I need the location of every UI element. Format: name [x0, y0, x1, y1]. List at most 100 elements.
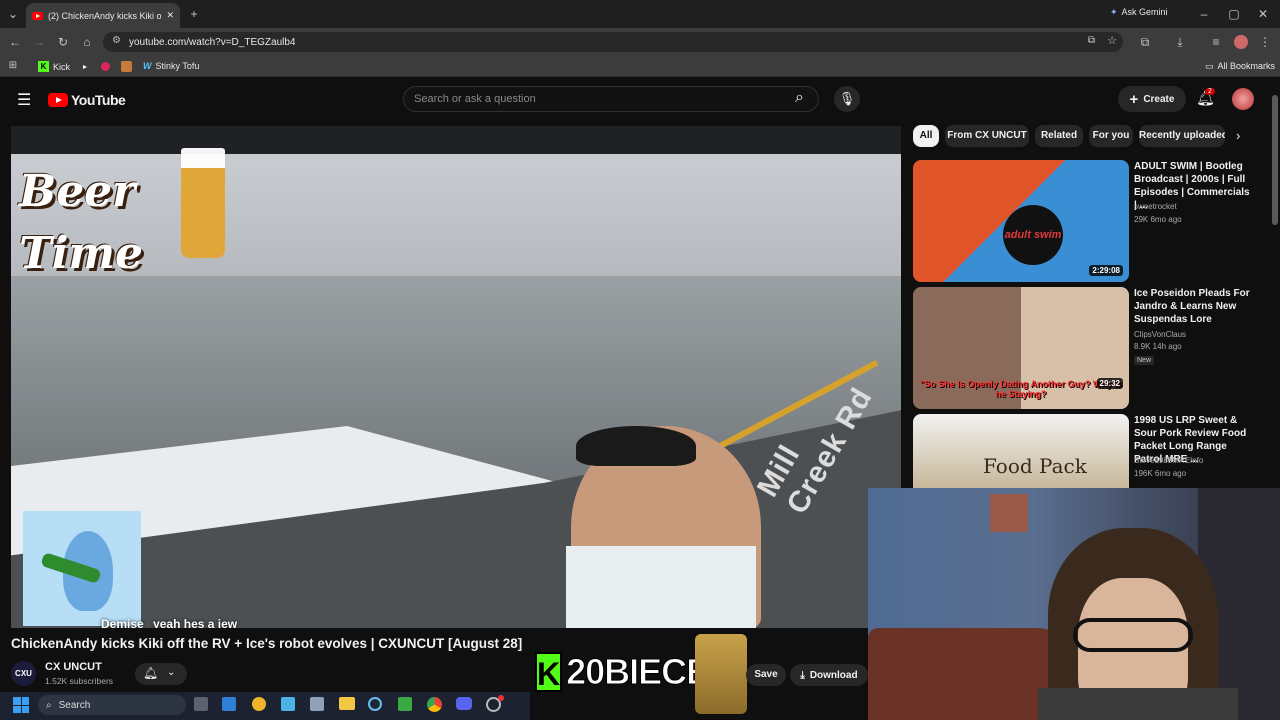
- channel-name[interactable]: CX UNCUT: [45, 661, 102, 673]
- download-arrow-icon: ⤓: [800, 669, 805, 681]
- subscription-bell-button[interactable]: 🔔︎ ⌄: [135, 663, 187, 685]
- search-icon: ⌕: [795, 89, 804, 106]
- reading-list-icon[interactable]: ≡: [1208, 34, 1224, 50]
- all-bookmarks-label: All Bookmarks: [1217, 61, 1276, 71]
- chip-from-channel[interactable]: From CX UNCUT: [945, 125, 1029, 147]
- chevron-down-icon: ⌄: [167, 667, 176, 678]
- file-explorer-icon[interactable]: [339, 697, 355, 710]
- forward-icon[interactable]: →: [31, 34, 47, 50]
- youtube-favicon-icon: [32, 11, 43, 20]
- create-button[interactable]: + Create: [1118, 86, 1186, 112]
- page-scrollbar[interactable]: [1272, 95, 1278, 225]
- penguin-sticker: [23, 511, 141, 626]
- bookmark-kick-label: Kick: [53, 61, 71, 72]
- site-info-icon[interactable]: ⚙: [112, 35, 121, 46]
- youtube-logo-text: YouTube: [71, 92, 126, 108]
- bookmarks-bar: ⊞ K Kick W Stinky Tofu ▭ All Bookmarks: [0, 56, 1280, 77]
- close-tab-icon[interactable]: ✕: [166, 10, 174, 21]
- taskbar-search[interactable]: ⌕ Search: [38, 695, 186, 715]
- profile-avatar[interactable]: [1234, 35, 1248, 49]
- extensions-icon[interactable]: ⧉: [1137, 34, 1153, 50]
- ask-gemini-button[interactable]: ✦ Ask Gemini: [1110, 7, 1168, 18]
- back-icon[interactable]: ←: [7, 34, 23, 50]
- chat-username: Demise: [101, 617, 144, 628]
- address-bar[interactable]: ⚙ youtube.com/watch?v=D_TEGZaulb4 ⧉ ☆: [103, 32, 1123, 52]
- voice-search-icon[interactable]: 🎙︎: [834, 86, 860, 112]
- kick-icon: K: [38, 61, 49, 72]
- minimize-icon[interactable]: –: [1196, 6, 1212, 22]
- browser-tab[interactable]: (2) ChickenAndy kicks Kiki off t ✕: [26, 3, 180, 28]
- new-tab-icon[interactable]: +: [186, 6, 202, 22]
- streamer-jersey: [566, 546, 756, 628]
- hamburger-menu-icon[interactable]: ☰: [17, 90, 31, 110]
- related-title-2[interactable]: Ice Poseidon Pleads For Jandro & Learns …: [1134, 287, 1254, 326]
- download-button[interactable]: ⤓ Download: [790, 664, 868, 686]
- chrome-icon[interactable]: [427, 697, 442, 712]
- discord-icon[interactable]: [456, 697, 472, 710]
- webcam-overlay: [868, 488, 1280, 720]
- youtube-logo[interactable]: YouTube: [48, 92, 126, 108]
- plus-icon: +: [1129, 90, 1139, 108]
- home-icon[interactable]: ⌂: [79, 34, 95, 50]
- embedded-browser-bar: [11, 126, 901, 154]
- app-icon[interactable]: [281, 697, 295, 711]
- task-view-icon[interactable]: [194, 697, 208, 711]
- bookmark-kick[interactable]: K Kick: [38, 61, 70, 72]
- related-meta-2: 8.9K 14h ago: [1134, 342, 1182, 351]
- steam-icon[interactable]: [368, 697, 382, 711]
- download-icon[interactable]: ⤓: [1172, 34, 1188, 50]
- tab-search-icon[interactable]: ⌄: [5, 6, 21, 22]
- bookmark-star-icon[interactable]: ☆: [1107, 34, 1117, 47]
- chat-overlay: Demise yeah hes a jew: [101, 617, 237, 628]
- calculator-icon[interactable]: [310, 697, 324, 711]
- new-badge: New: [1134, 356, 1155, 365]
- edge-canary-icon[interactable]: [252, 697, 266, 711]
- kick-channel-name: 20BIECE: [566, 651, 711, 693]
- chip-all[interactable]: All: [913, 125, 939, 147]
- xbox-icon[interactable]: [398, 697, 412, 711]
- channel-avatar[interactable]: CXU: [11, 661, 36, 686]
- wall-poster: [990, 494, 1028, 532]
- thumbnail-caption-3: Food Pack: [983, 454, 1087, 478]
- chevron-right-icon[interactable]: ›: [1236, 128, 1240, 143]
- search-placeholder: Search or ask a question: [414, 93, 536, 105]
- related-thumbnail-3[interactable]: Food Pack: [913, 414, 1129, 488]
- bookmark-stinky-tofu-label: Stinky Tofu: [155, 61, 200, 71]
- reload-icon[interactable]: ↻: [55, 34, 71, 50]
- browser-tabstrip: ⌄ (2) ChickenAndy kicks Kiki off t ✕ + ✦…: [0, 0, 1280, 28]
- related-meta-3: 196K 6mo ago: [1134, 469, 1187, 478]
- widgets-icon[interactable]: [222, 697, 236, 711]
- search-input[interactable]: Search or ask a question: [403, 86, 819, 112]
- restore-icon[interactable]: ▢: [1226, 6, 1242, 22]
- account-avatar[interactable]: [1232, 88, 1254, 110]
- chip-recently-uploaded[interactable]: Recently uploaded: [1139, 125, 1225, 147]
- related-meta-1: 29K 6mo ago: [1134, 215, 1182, 224]
- adult-swim-logo: adult swim: [1003, 205, 1063, 265]
- video-player[interactable]: Beer Time Mill Creek Rd Demise yeah hes …: [11, 126, 901, 628]
- chip-related[interactable]: Related: [1035, 125, 1083, 147]
- app-alert-dot: [498, 695, 504, 701]
- related-thumbnail-1[interactable]: adult swim 2:29:08: [913, 160, 1129, 282]
- url-text: youtube.com/watch?v=D_TEGZaulb4: [129, 36, 296, 48]
- related-channel-3[interactable]: Steve1989MREInfo: [1134, 456, 1203, 465]
- bookmark-image-icon[interactable]: [121, 61, 132, 72]
- kick-overlay: K 20BIECE: [535, 650, 711, 694]
- bookmark-pinterest-icon[interactable]: [101, 62, 110, 71]
- windows-start-icon[interactable]: [13, 697, 29, 713]
- download-label: Download: [809, 669, 858, 681]
- apps-grid-icon[interactable]: ⊞: [6, 58, 20, 74]
- save-button[interactable]: Save: [746, 664, 786, 686]
- ask-gemini-label: Ask Gemini: [1121, 7, 1168, 17]
- menu-icon[interactable]: ⋮: [1258, 34, 1272, 50]
- related-thumbnail-2[interactable]: "So She Is Openly Dating Another Guy? Wh…: [913, 287, 1129, 409]
- related-channel-1[interactable]: sweetrocket: [1134, 202, 1177, 211]
- search-button[interactable]: ⌕: [790, 86, 820, 112]
- thumbnail-caption-2: "So She Is Openly Dating Another Guy? Wh…: [920, 379, 1122, 399]
- all-bookmarks-button[interactable]: ▭ All Bookmarks: [1205, 61, 1275, 72]
- tab-title: (2) ChickenAndy kicks Kiki off t: [48, 10, 162, 21]
- close-window-icon[interactable]: ✕: [1255, 6, 1271, 22]
- related-channel-2[interactable]: ClipsVonClaus: [1134, 330, 1186, 339]
- chip-for-you[interactable]: For you: [1089, 125, 1133, 147]
- cast-icon[interactable]: ⧉: [1088, 35, 1095, 46]
- bookmark-stinky-tofu[interactable]: W Stinky Tofu: [143, 61, 199, 71]
